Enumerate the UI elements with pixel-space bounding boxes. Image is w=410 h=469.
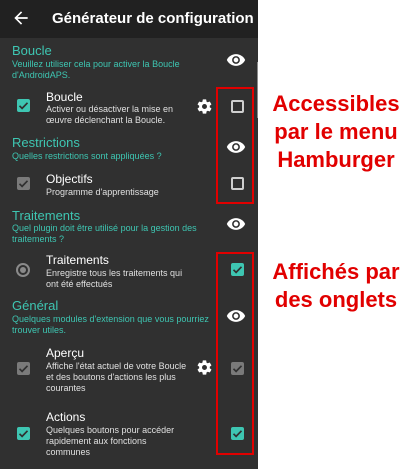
check-icon	[18, 365, 29, 373]
enable-checkbox-actions[interactable]	[17, 427, 30, 440]
check-icon	[18, 102, 29, 110]
check-icon	[18, 180, 29, 188]
section-title-traitements: Traitements	[12, 208, 81, 223]
config-builder-screen: Générateur de configuration Boucle Veuil…	[0, 0, 258, 469]
annotation-tabs: Affichés par des onglets	[262, 258, 410, 314]
settings-gear-icon[interactable]	[196, 359, 213, 376]
item-description-boucle: Activer ou désactiver la mise en œuvre d…	[46, 104, 174, 125]
enable-checkbox-objectifs	[17, 177, 30, 190]
annotation-line: des onglets	[274, 287, 398, 312]
section-title-boucle: Boucle	[12, 43, 52, 58]
item-description-apercu: Affiche l'état actuel de votre Boucle et…	[46, 361, 187, 393]
section-subtitle-restrictions: Quelles restrictions sont appliquées ?	[12, 151, 162, 161]
section-subtitle-general: Quelques modules d'extension que vous po…	[12, 314, 209, 335]
item-description-objectifs: Programme d'apprentissage	[46, 187, 159, 197]
section-title-restrictions: Restrictions	[12, 135, 80, 150]
enable-checkbox-boucle[interactable]	[17, 99, 30, 112]
item-title-objectifs: Objectifs	[46, 172, 93, 186]
section-subtitle-boucle: Veuillez utiliser cela pour activer la B…	[12, 59, 180, 80]
check-icon	[18, 430, 29, 438]
highlight-box-tabs	[216, 252, 254, 455]
section-title-general: Général	[12, 298, 59, 313]
section-subtitle-traitements: Quel plugin doit être utilisé pour la ge…	[12, 223, 197, 244]
select-radio-traitements	[16, 263, 30, 277]
scrollbar[interactable]	[257, 62, 258, 118]
enable-checkbox-apercu	[17, 362, 30, 375]
app-bar: Générateur de configuration	[0, 0, 258, 38]
annotation-line: Hamburger	[277, 147, 395, 172]
page-title: Générateur de configuration	[52, 10, 254, 27]
item-title-traitements: Traitements	[46, 253, 109, 267]
arrow-back-icon[interactable]	[11, 8, 31, 28]
annotation-line: par le menu	[274, 119, 398, 144]
visibility-eye-icon[interactable]	[226, 217, 246, 231]
item-title-boucle: Boucle	[46, 90, 83, 104]
annotation-hamburger: Accessibles par le menu Hamburger	[262, 90, 410, 174]
item-description-actions: Quelques boutons pour accéder rapidement…	[46, 425, 175, 457]
visibility-eye-icon[interactable]	[226, 53, 246, 67]
item-title-actions: Actions	[46, 410, 86, 424]
item-title-apercu: Aperçu	[46, 346, 85, 360]
annotation-line: Affichés par	[272, 259, 400, 284]
annotation-line: Accessibles	[272, 91, 400, 116]
highlight-box-hamburger	[216, 87, 254, 204]
item-description-traitements: Enregistre tous les traitements qui ont …	[46, 268, 183, 289]
settings-gear-icon[interactable]	[196, 98, 213, 115]
